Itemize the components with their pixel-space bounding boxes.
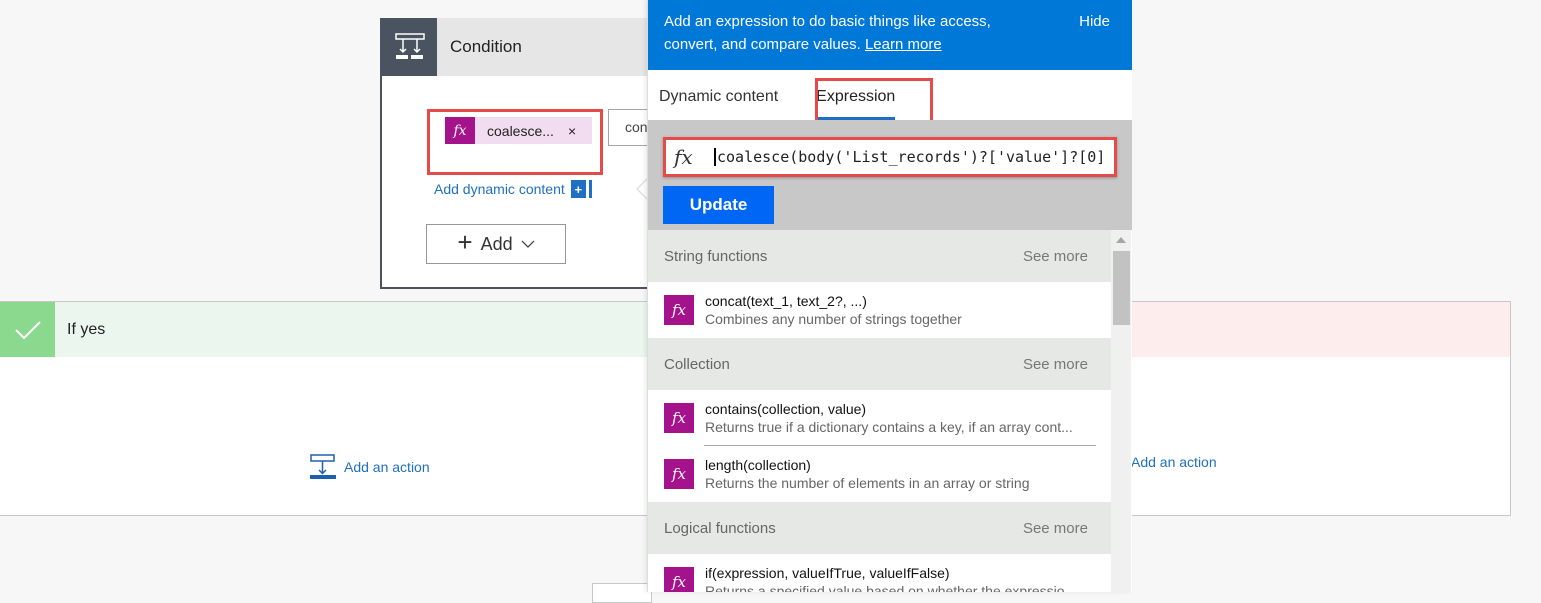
condition-icon [382,18,437,76]
add-action-label: Add an action [344,459,430,475]
condition-title: Condition [450,37,522,56]
section-header: String functions See more [648,230,1111,282]
function-item[interactable]: fx concat(text_1, text_2?, ...) Combines… [648,282,1111,338]
if-yes-branch: If yes Add an action [0,301,660,516]
section-title: Logical functions [664,519,776,537]
expression-input[interactable]: fx coalesce(body('List_records')?['value… [663,137,1117,177]
function-item[interactable]: fx length(collection) Returns the number… [648,446,1111,502]
function-description: Returns a specified value based on wheth… [705,583,1077,592]
fx-icon: fx [664,459,694,489]
fx-icon: fx [445,117,475,144]
function-list-scrollbar[interactable] [1111,230,1131,592]
if-no-branch: Add an action [1100,301,1511,516]
function-name: contains(collection, value) [705,401,867,417]
fx-icon: fx [664,403,694,433]
fx-icon: fx [664,567,694,592]
add-action-icon [310,454,336,479]
function-name: if(expression, valueIfTrue, valueIfFalse… [705,565,950,581]
function-description: Returns true if a dictionary contains a … [705,419,1073,435]
condition-left-operand-field[interactable]: fx coalesce... × [427,109,603,175]
update-button[interactable]: Update [663,186,774,224]
function-list: String functions See more fx concat(text… [648,230,1111,592]
if-yes-header[interactable]: If yes [0,302,659,357]
add-action-label: Add an action [1131,454,1217,470]
function-item[interactable]: fx if(expression, valueIfTrue, valueIfFa… [648,554,1111,592]
remove-token-icon[interactable]: × [568,123,576,139]
add-action-button-yes[interactable]: Add an action [310,454,430,480]
see-more-link[interactable]: See more [1023,356,1088,373]
see-more-link[interactable]: See more [1023,520,1088,537]
function-name: length(collection) [705,457,811,473]
section-header: Collection See more [648,338,1111,390]
next-step-card[interactable] [592,583,652,603]
function-description: Combines any number of strings together [705,311,962,327]
chevron-down-icon [521,240,535,248]
check-icon [0,302,55,357]
fx-icon: fx [664,295,694,325]
scroll-up-arrow-icon[interactable] [1116,237,1126,243]
add-button-label: Add [480,233,513,254]
expression-tab-highlight [815,78,933,123]
add-button[interactable]: + Add [426,224,566,264]
panel-info-banner: Add an expression to do basic things lik… [648,0,1132,70]
if-yes-title: If yes [67,320,106,338]
condition-card: Condition fx coalesce... × contains Add … [380,18,668,289]
section-header: Logical functions See more [648,502,1111,554]
plus-icon: + [570,180,589,198]
function-description: Returns the number of elements in an arr… [705,475,1030,491]
function-item[interactable]: fx contains(collection, value) Returns t… [648,390,1111,446]
function-name: concat(text_1, text_2?, ...) [705,293,867,309]
learn-more-link[interactable]: Learn more [865,36,942,53]
fx-icon: fx [674,145,693,169]
expression-value: coalesce(body('List_records')?['value']?… [714,148,1105,166]
token-label: coalesce... [487,122,554,139]
plus-icon: + [457,227,473,257]
add-dynamic-content-link[interactable]: Add dynamic content + [434,180,589,198]
dynamic-content-panel: Add an expression to do basic things lik… [647,0,1132,592]
section-title: Collection [664,355,730,373]
banner-text: Add an expression to do basic things lik… [664,13,991,53]
if-no-header[interactable] [1101,302,1510,357]
add-dynamic-content-label: Add dynamic content [434,181,565,197]
panel-pointer-inner [638,180,647,198]
expression-token[interactable]: fx coalesce... × [445,117,592,144]
condition-header[interactable]: Condition [382,18,658,76]
scrollbar-thumb[interactable] [1113,251,1130,325]
section-title: String functions [664,247,768,265]
hide-button[interactable]: Hide [1079,10,1110,33]
add-action-button-no[interactable]: Add an action [1131,454,1217,470]
see-more-link[interactable]: See more [1023,248,1088,265]
expression-editor-area: fx coalesce(body('List_records')?['value… [648,120,1132,230]
tab-dynamic-content[interactable]: Dynamic content [659,88,778,120]
